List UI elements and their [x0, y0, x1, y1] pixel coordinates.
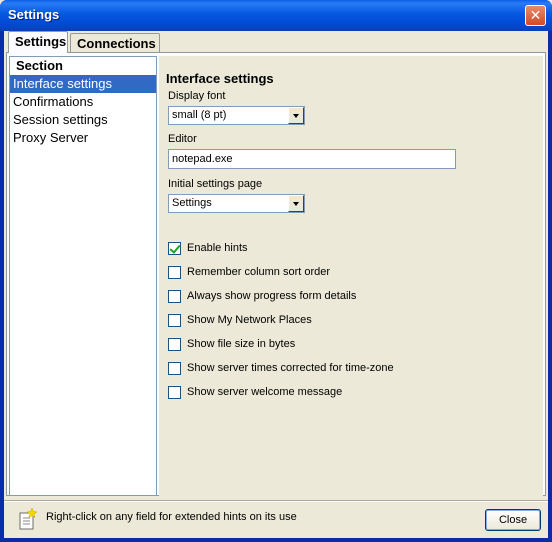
editor-field[interactable]: [168, 149, 456, 169]
window-title: Settings: [8, 7, 60, 22]
dialog-client: Settings Connections Section Interface s…: [4, 31, 548, 538]
chevron-down-icon[interactable]: [288, 107, 304, 124]
option-label: Always show progress form details: [187, 290, 357, 302]
tab-settings[interactable]: Settings: [8, 31, 68, 53]
hint-text: Right-click on any field for extended hi…: [46, 511, 297, 523]
section-list-header: Section: [16, 58, 63, 73]
checkbox[interactable]: [168, 314, 181, 327]
checkbox[interactable]: [168, 362, 181, 375]
title-bar[interactable]: Settings ✕: [0, 0, 552, 31]
checkbox[interactable]: [168, 266, 181, 279]
chevron-down-icon[interactable]: [288, 195, 304, 212]
display-font-select[interactable]: small (8 pt): [168, 106, 305, 125]
checkbox[interactable]: [168, 386, 181, 399]
initial-page-label: Initial settings page: [168, 178, 263, 190]
display-font-value: small (8 pt): [172, 109, 227, 121]
tab-panel: Section Interface settings Confirmations…: [6, 52, 546, 496]
close-icon[interactable]: ✕: [525, 5, 546, 26]
option-label: Show file size in bytes: [187, 338, 296, 350]
tab-connections[interactable]: Connections: [70, 33, 160, 53]
section-item-proxy-server[interactable]: Proxy Server: [10, 129, 156, 147]
section-list[interactable]: Section Interface settings Confirmations…: [9, 56, 157, 496]
close-button[interactable]: Close: [485, 509, 541, 531]
option-label: Remember column sort order: [187, 266, 331, 278]
checkbox[interactable]: [168, 290, 181, 303]
editor-label: Editor: [168, 133, 197, 145]
initial-page-select[interactable]: Settings: [168, 194, 305, 213]
checkbox[interactable]: [168, 242, 181, 255]
initial-page-value: Settings: [172, 197, 212, 209]
option-label: Show server welcome message: [187, 386, 343, 398]
option-label: Show My Network Places: [187, 314, 312, 326]
section-item-interface-settings[interactable]: Interface settings: [10, 75, 156, 93]
document-sparkle-icon: [19, 507, 37, 530]
settings-window: Settings ✕ Settings Connections Section …: [0, 0, 552, 542]
option-label: Show server times corrected for time-zon…: [187, 362, 394, 374]
section-heading: Interface settings: [166, 71, 274, 86]
display-font-label: Display font: [168, 90, 226, 102]
footer-divider: [4, 500, 548, 502]
checkbox[interactable]: [168, 338, 181, 351]
section-item-confirmations[interactable]: Confirmations: [10, 93, 156, 111]
option-label: Enable hints: [187, 242, 248, 254]
section-item-session-settings[interactable]: Session settings: [10, 111, 156, 129]
settings-area: Interface settings Display font small (8…: [159, 56, 543, 496]
